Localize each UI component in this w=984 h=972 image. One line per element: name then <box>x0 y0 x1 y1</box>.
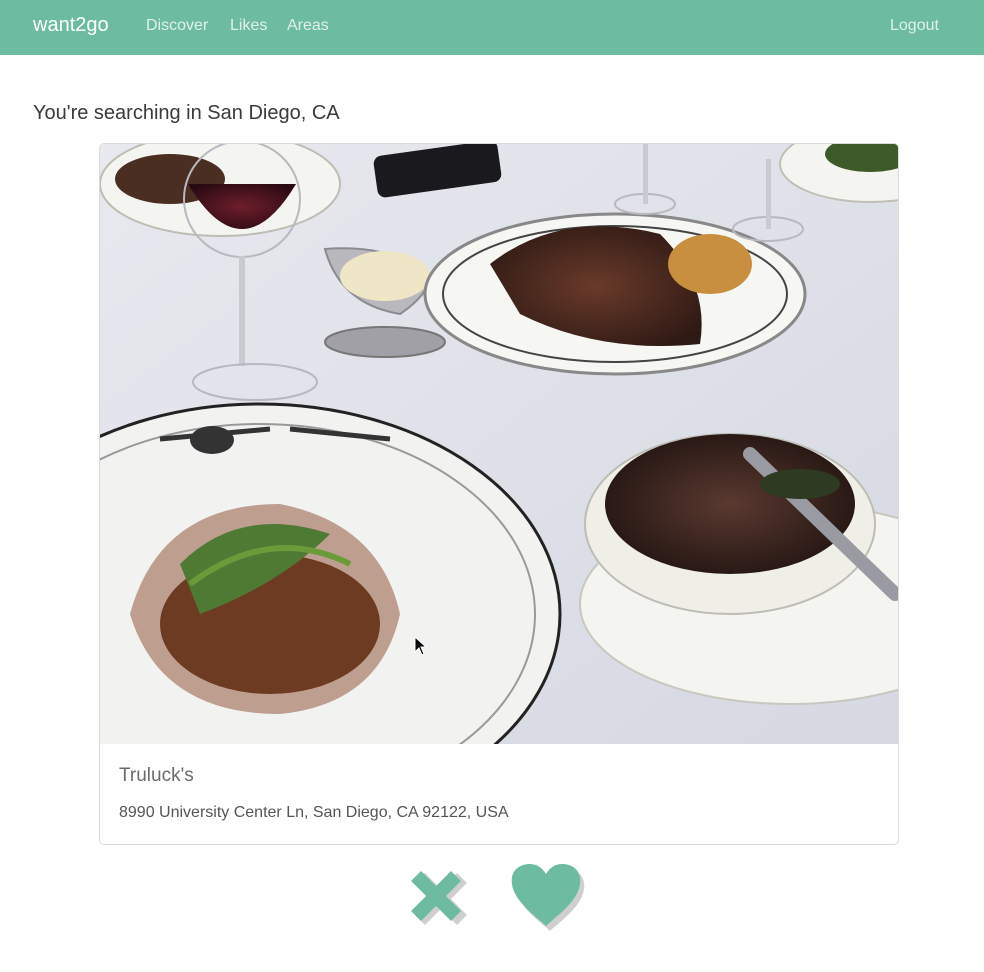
brand-logo[interactable]: want2go <box>33 14 109 37</box>
top-navbar: want2go Discover Likes Areas Logout <box>0 0 984 55</box>
nav-link-likes[interactable]: Likes <box>230 17 267 35</box>
nav-link-discover[interactable]: Discover <box>146 17 208 35</box>
dislike-button[interactable] <box>410 870 470 926</box>
heart-icon <box>511 864 585 931</box>
search-location-heading: You're searching in San Diego, CA <box>33 102 340 124</box>
nav-link-areas[interactable]: Areas <box>287 17 329 35</box>
logout-link[interactable]: Logout <box>890 17 939 35</box>
restaurant-photo <box>100 144 898 744</box>
restaurant-address: 8990 University Center Ln, San Diego, CA… <box>119 804 509 821</box>
restaurant-name: Truluck's <box>119 765 194 786</box>
like-button[interactable] <box>508 862 588 934</box>
x-icon <box>411 871 467 925</box>
restaurant-card: Truluck's 8990 University Center Ln, San… <box>99 143 899 845</box>
mouse-cursor-icon <box>414 636 428 656</box>
restaurant-details: Truluck's 8990 University Center Ln, San… <box>100 744 898 844</box>
